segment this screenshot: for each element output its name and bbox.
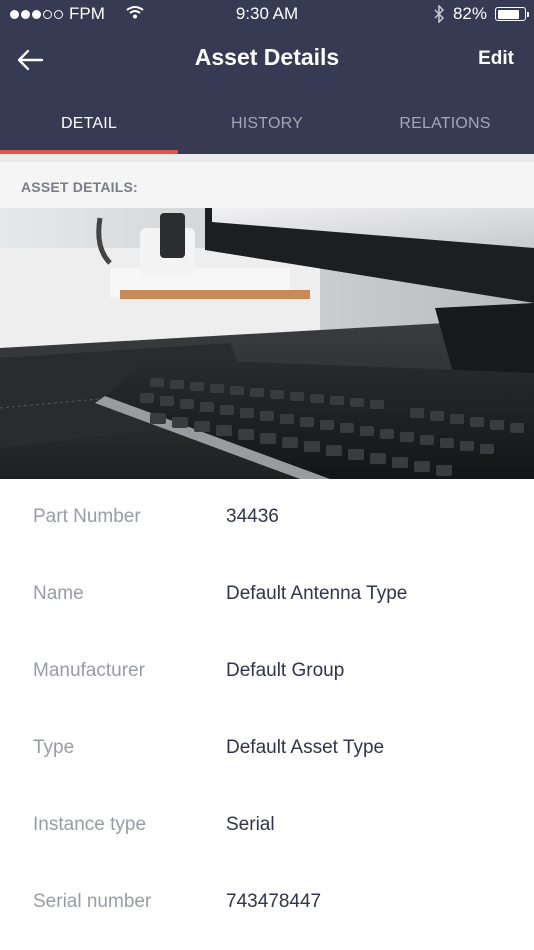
detail-row-type: Type Default Asset Type	[0, 710, 534, 787]
asset-details-list: Part Number 34436 Name Default Antenna T…	[0, 479, 534, 941]
asset-photo	[0, 208, 534, 479]
detail-value: 743478447	[226, 891, 322, 912]
detail-value: Default Antenna Type	[226, 583, 408, 604]
status-right-group: 82%	[433, 4, 529, 24]
detail-row-instance-type: Instance type Serial	[0, 787, 534, 864]
detail-label: Type	[33, 737, 75, 758]
detail-value: Default Group	[226, 660, 345, 681]
app-header: FPM 9:30 AM 82% Asset Details Edit DETAI…	[0, 0, 534, 154]
detail-value: 34436	[226, 506, 279, 527]
detail-row-serial-number: Serial number 743478447	[0, 864, 534, 941]
tab-history[interactable]: HISTORY	[178, 96, 356, 154]
battery-icon	[495, 7, 529, 21]
edit-button[interactable]: Edit	[478, 48, 514, 70]
detail-row-name: Name Default Antenna Type	[0, 556, 534, 633]
detail-value: Serial	[226, 814, 275, 835]
navigation-bar: Asset Details Edit	[0, 34, 534, 84]
section-header: ASSET DETAILS:	[0, 154, 534, 208]
status-bar: FPM 9:30 AM 82%	[0, 0, 534, 30]
page-title: Asset Details	[194, 44, 340, 70]
detail-label: Part Number	[33, 506, 141, 527]
tab-relations[interactable]: RELATIONS	[356, 96, 534, 154]
tab-bar: DETAIL HISTORY RELATIONS	[0, 96, 534, 154]
section-title: ASSET DETAILS:	[21, 179, 138, 195]
asset-image	[0, 208, 534, 479]
detail-label: Manufacturer	[33, 660, 145, 681]
bluetooth-icon	[434, 5, 445, 23]
detail-label: Name	[33, 583, 84, 604]
battery-percent: 82%	[452, 4, 487, 23]
tab-detail[interactable]: DETAIL	[0, 96, 178, 154]
detail-label: Instance type	[33, 814, 147, 835]
detail-label: Serial number	[33, 891, 152, 912]
detail-row-part-number: Part Number 34436	[0, 479, 534, 556]
detail-value: Default Asset Type	[226, 737, 385, 758]
detail-row-manufacturer: Manufacturer Default Group	[0, 633, 534, 710]
